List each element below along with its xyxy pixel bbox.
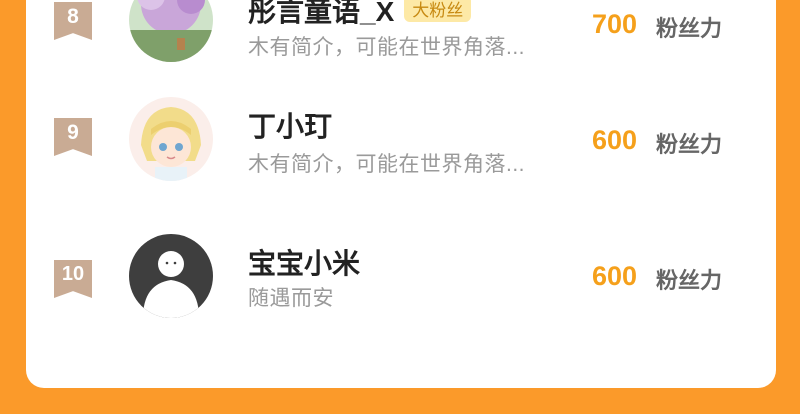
avatar[interactable] (129, 97, 213, 181)
avatar[interactable] (129, 234, 213, 318)
fan-power-count: 600 (592, 125, 638, 155)
user-bio: 随遇而安 (248, 287, 334, 310)
ranking-row[interactable]: 8 彤言童语_X 大粉丝 木有简介，可能在世界角落... 700 粉丝力 (26, 0, 776, 90)
user-bio: 木有简介，可能在世界角落... (248, 153, 526, 176)
fan-power-count: 700 (592, 9, 638, 39)
fan-power-unit: 粉丝力 (656, 268, 723, 293)
big-fan-badge: 大粉丝 (404, 0, 472, 22)
rank-badge: 10 (54, 260, 92, 298)
rank-badge: 8 (54, 2, 92, 40)
fan-power-unit: 粉丝力 (656, 16, 723, 41)
fan-power-unit: 粉丝力 (656, 132, 723, 157)
user-name[interactable]: 丁小玎 (248, 105, 332, 145)
fan-ranking-card: 8 彤言童语_X 大粉丝 木有简介，可能在世界角落... 700 粉丝力 9 丁… (26, 0, 776, 388)
fan-power-count: 600 (592, 261, 638, 291)
user-name[interactable]: 宝宝小米 (248, 242, 360, 282)
user-name[interactable]: 彤言童语_X 大粉丝 (248, 0, 472, 30)
user-bio: 木有简介，可能在世界角落... (248, 36, 526, 59)
avatar[interactable] (129, 0, 213, 62)
ranking-row[interactable]: 9 丁小玎 木有简介，可能在世界角落... 600 粉丝力 (26, 97, 776, 228)
user-name-text: 彤言童语_X (248, 0, 395, 27)
ranking-row[interactable]: 10 宝宝小米 随遇而安 600 粉丝力 (26, 234, 776, 380)
rank-badge: 9 (54, 118, 92, 156)
